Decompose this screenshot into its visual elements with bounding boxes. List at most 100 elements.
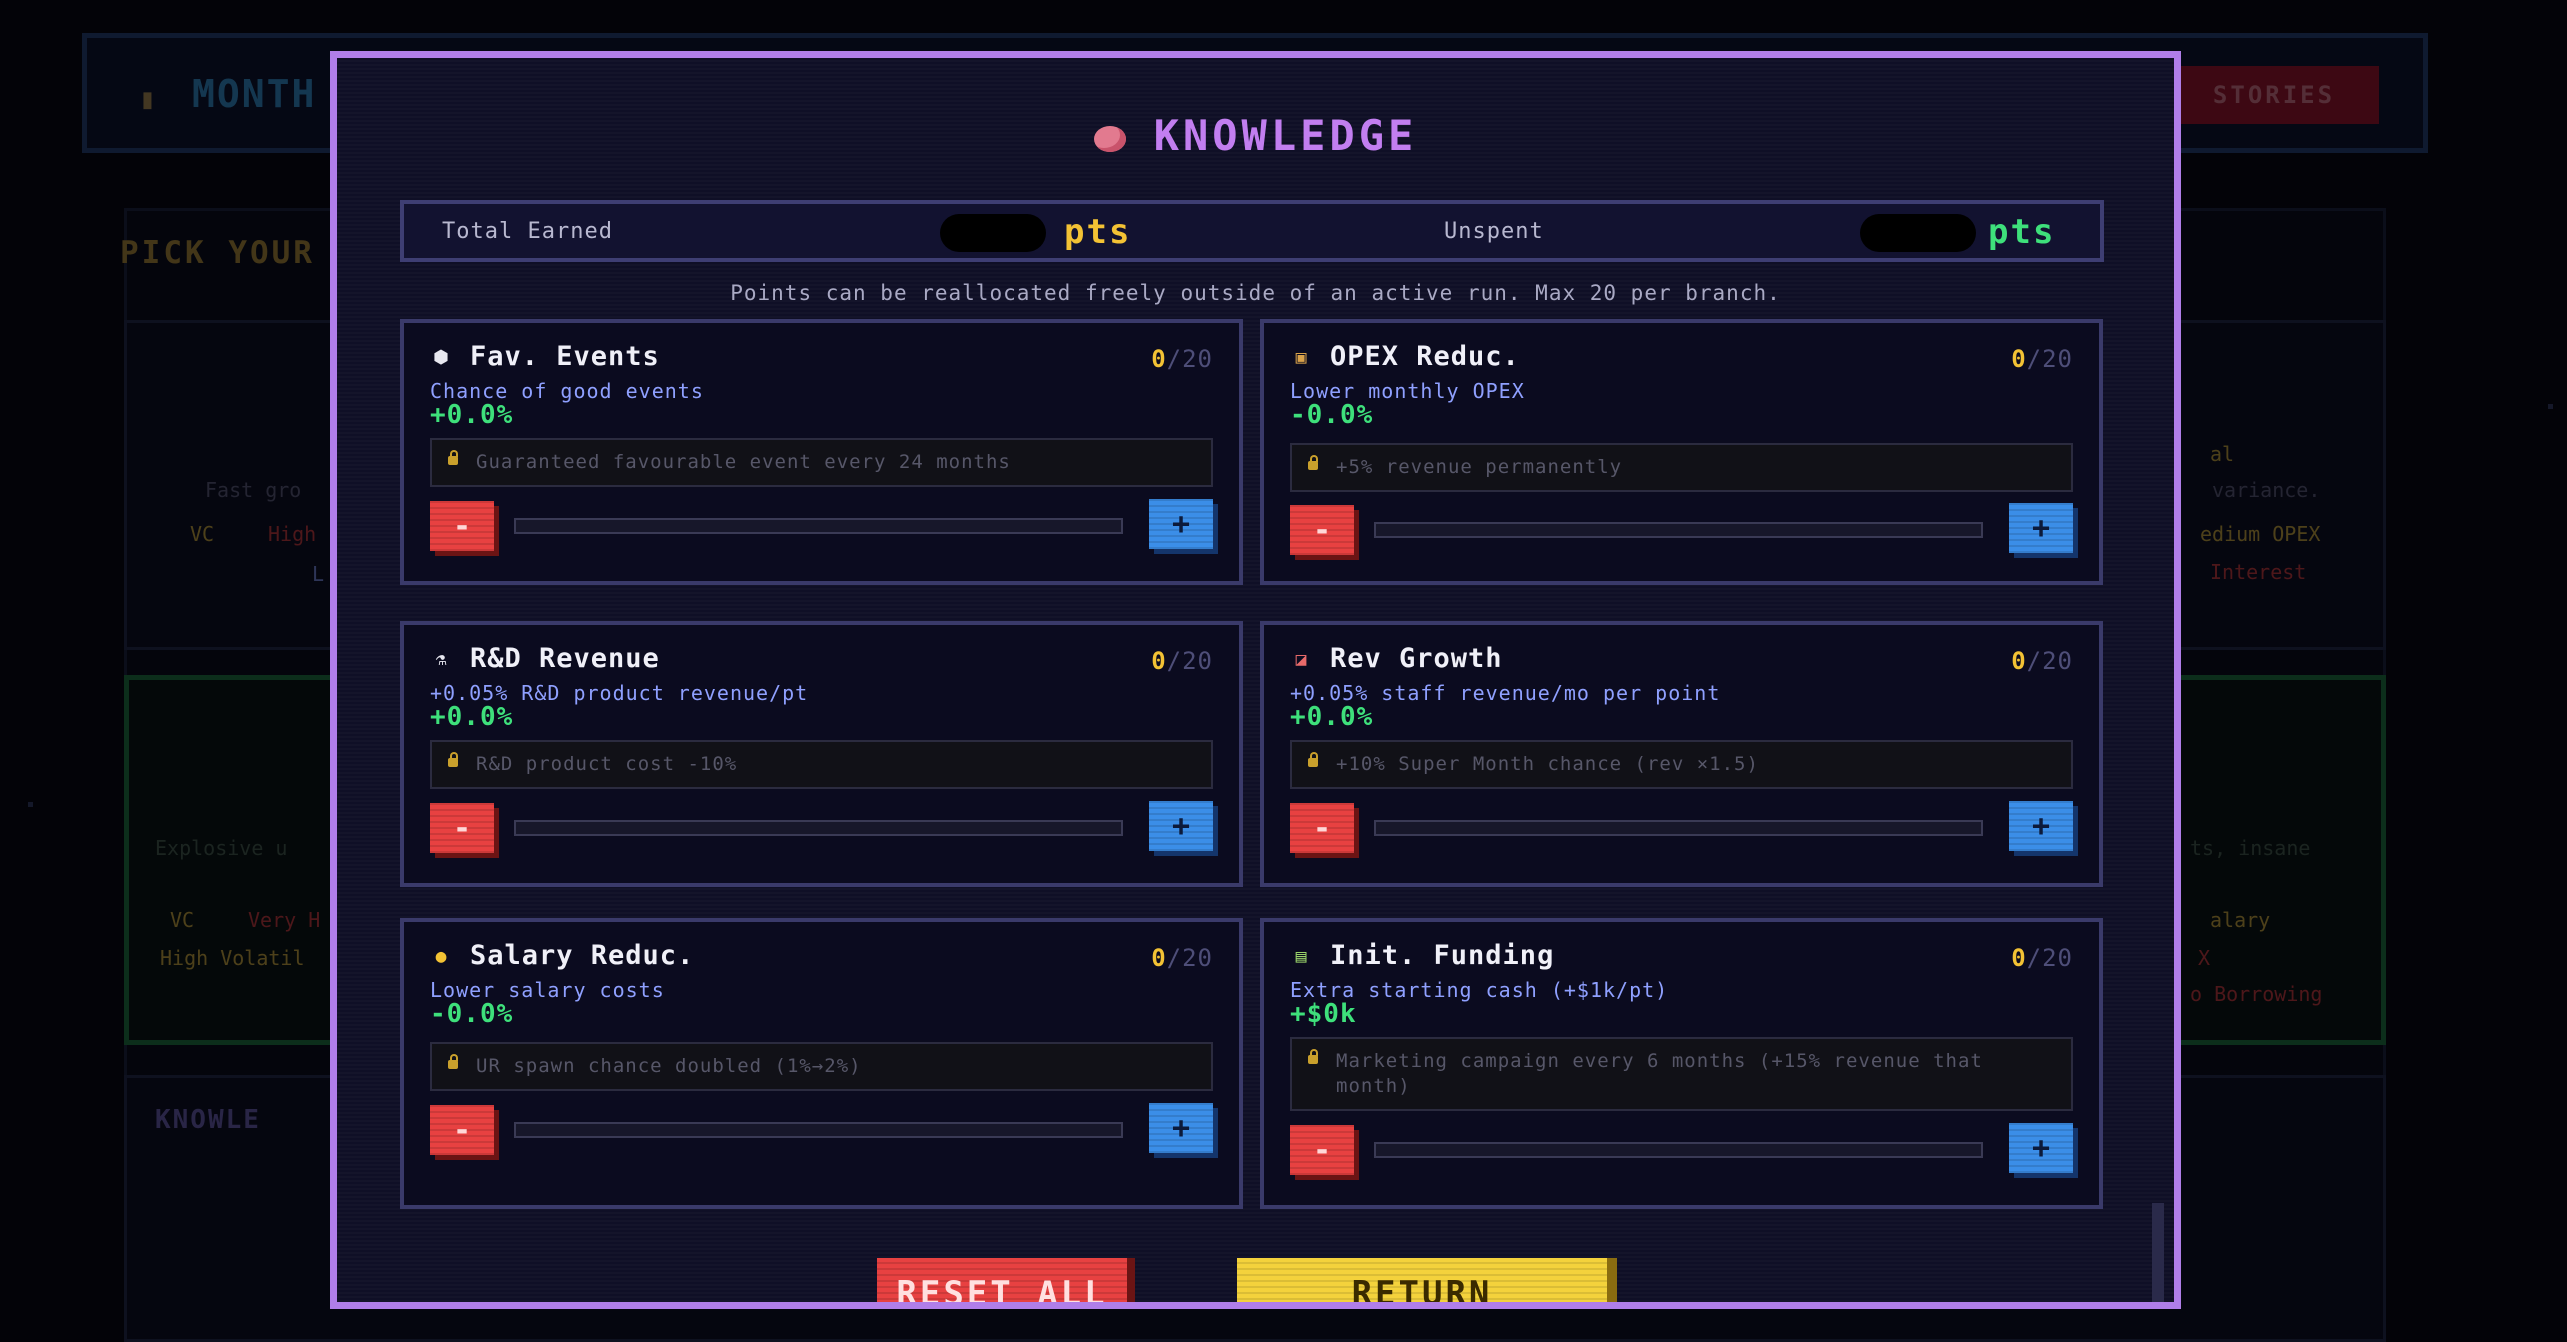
calendar-icon: ▮ [139, 82, 156, 115]
bg-text: VC [190, 522, 215, 546]
brain-icon [1093, 126, 1126, 152]
branch-card-rev-growth: ◪ Rev Growth 0/20 +0.05% staff revenue/m… [1260, 621, 2103, 887]
branch-card-rd-revenue: ⚗ R&D Revenue 0/20 +0.05% R&D product re… [400, 621, 1243, 887]
decrease-button[interactable]: - [1290, 1125, 1354, 1175]
flask-icon: ⚗ [435, 649, 447, 670]
branch-count: 0/20 [1151, 647, 1213, 675]
branch-name: Rev Growth [1330, 643, 1503, 674]
bg-text: edium OPEX [2200, 522, 2321, 546]
unspent-value-redacted [1860, 214, 1976, 252]
return-button[interactable]: RETURN [1237, 1258, 1607, 1302]
modal-scrollbar[interactable] [2152, 1203, 2164, 1302]
branch-name: Salary Reduc. [470, 940, 695, 971]
branch-card-fav-events: ⬢ Fav. Events 0/20 Chance of good events… [400, 319, 1243, 585]
progress-bar [1374, 1142, 1983, 1158]
branch-value: +0.0% [430, 400, 514, 430]
branch-name: Fav. Events [470, 341, 660, 372]
bg-month-title: MONTH [192, 72, 317, 116]
bg-text: ts, insane [2190, 836, 2311, 860]
bg-dot [28, 802, 33, 807]
unspent-unit: pts [1988, 212, 2056, 252]
increase-button[interactable]: + [1149, 499, 1213, 549]
perk-text: UR spawn chance doubled (1%→2%) [476, 1055, 862, 1077]
bg-text: High [268, 522, 317, 546]
bg-text: al [2210, 442, 2235, 466]
locked-perk: UR spawn chance doubled (1%→2%) [430, 1042, 1213, 1091]
total-earned-value-redacted [940, 214, 1046, 252]
increase-button[interactable]: + [2009, 503, 2073, 553]
decrease-button[interactable]: - [1290, 803, 1354, 853]
chart-up-icon: ◪ [1295, 649, 1307, 670]
branch-count: 0/20 [2011, 944, 2073, 972]
bg-text: alary [2210, 908, 2271, 932]
modal-title: KNOWLEDGE [337, 111, 2174, 160]
total-earned-label: Total Earned [442, 219, 613, 244]
bg-text: variance. [2212, 478, 2321, 502]
points-summary: Total Earned pts Unspent pts [400, 200, 2104, 262]
bg-text: Interest [2210, 560, 2307, 584]
bg-pick-title: PICK YOUR [120, 235, 315, 271]
progress-bar [514, 518, 1123, 534]
realloc-note: Points can be reallocated freely outside… [730, 281, 1781, 305]
branch-card-opex-reduc: ▣ OPEX Reduc. 0/20 Lower monthly OPEX -0… [1260, 319, 2103, 585]
branch-card-init-funding: ▤ Init. Funding 0/20 Extra starting cash… [1260, 918, 2103, 1209]
decrease-button[interactable]: - [1290, 505, 1354, 555]
progress-bar [514, 1122, 1123, 1138]
bg-text: L [312, 562, 325, 586]
perk-text: Guaranteed favourable event every 24 mon… [476, 451, 1011, 473]
dice-icon: ⬢ [433, 347, 449, 368]
bg-text: Very H [248, 908, 321, 932]
money-bag-icon: ● [435, 946, 447, 967]
reset-all-button[interactable]: RESET ALL [877, 1258, 1127, 1302]
lock-icon [448, 450, 458, 465]
modal-title-text: KNOWLEDGE [1153, 111, 1418, 160]
bg-stories-button[interactable]: STORIES [2169, 66, 2379, 124]
increase-button[interactable]: + [1149, 801, 1213, 851]
progress-bar [514, 820, 1123, 836]
unspent-label: Unspent [1444, 219, 1544, 244]
progress-bar [1374, 820, 1983, 836]
branch-count: 0/20 [2011, 345, 2073, 373]
increase-button[interactable]: + [2009, 1123, 2073, 1173]
branch-value: -0.0% [430, 999, 514, 1029]
branch-count: 0/20 [1151, 944, 1213, 972]
lock-icon [1308, 752, 1318, 767]
bg-dot [2548, 404, 2553, 409]
branch-name: OPEX Reduc. [1330, 341, 1520, 372]
branch-name: Init. Funding [1330, 940, 1555, 971]
perk-text: Marketing campaign every 6 months (+15% … [1336, 1050, 1983, 1097]
lock-icon [1308, 1049, 1318, 1064]
branch-count: 0/20 [1151, 345, 1213, 373]
locked-perk: Marketing campaign every 6 months (+15% … [1290, 1037, 2073, 1111]
branch-value: +0.0% [1290, 702, 1374, 732]
increase-button[interactable]: + [1149, 1103, 1213, 1153]
lock-icon [448, 1054, 458, 1069]
knowledge-modal: KNOWLEDGE Total Earned pts Unspent pts P… [330, 51, 2181, 1309]
total-earned-unit: pts [1064, 212, 1132, 252]
progress-bar [1374, 522, 1983, 538]
lock-icon [448, 752, 458, 767]
branch-count: 0/20 [2011, 647, 2073, 675]
perk-text: R&D product cost -10% [476, 753, 738, 775]
locked-perk: Guaranteed favourable event every 24 mon… [430, 438, 1213, 487]
decrease-button[interactable]: - [430, 803, 494, 853]
bg-knowledge-title: KNOWLE [155, 1105, 261, 1135]
banknote-icon: ▤ [1295, 946, 1307, 967]
branch-value: +0.0% [430, 702, 514, 732]
decrease-button[interactable]: - [430, 501, 494, 551]
perk-text: +5% revenue permanently [1336, 456, 1623, 478]
branch-card-salary-reduc: ● Salary Reduc. 0/20 Lower salary costs … [400, 918, 1243, 1209]
branch-value: +$0k [1290, 999, 1357, 1029]
decrease-button[interactable]: - [430, 1105, 494, 1155]
bg-text: High Volatil [160, 946, 305, 970]
bg-text: Explosive u [155, 836, 288, 860]
bg-text: o Borrowing [2190, 982, 2323, 1006]
bg-text: VC [170, 908, 195, 932]
lock-icon [1308, 455, 1318, 470]
branch-value: -0.0% [1290, 400, 1374, 430]
locked-perk: +10% Super Month chance (rev ×1.5) [1290, 740, 2073, 789]
box-icon: ▣ [1295, 347, 1307, 368]
increase-button[interactable]: + [2009, 801, 2073, 851]
bg-text: X [2198, 946, 2211, 970]
locked-perk: +5% revenue permanently [1290, 443, 2073, 492]
